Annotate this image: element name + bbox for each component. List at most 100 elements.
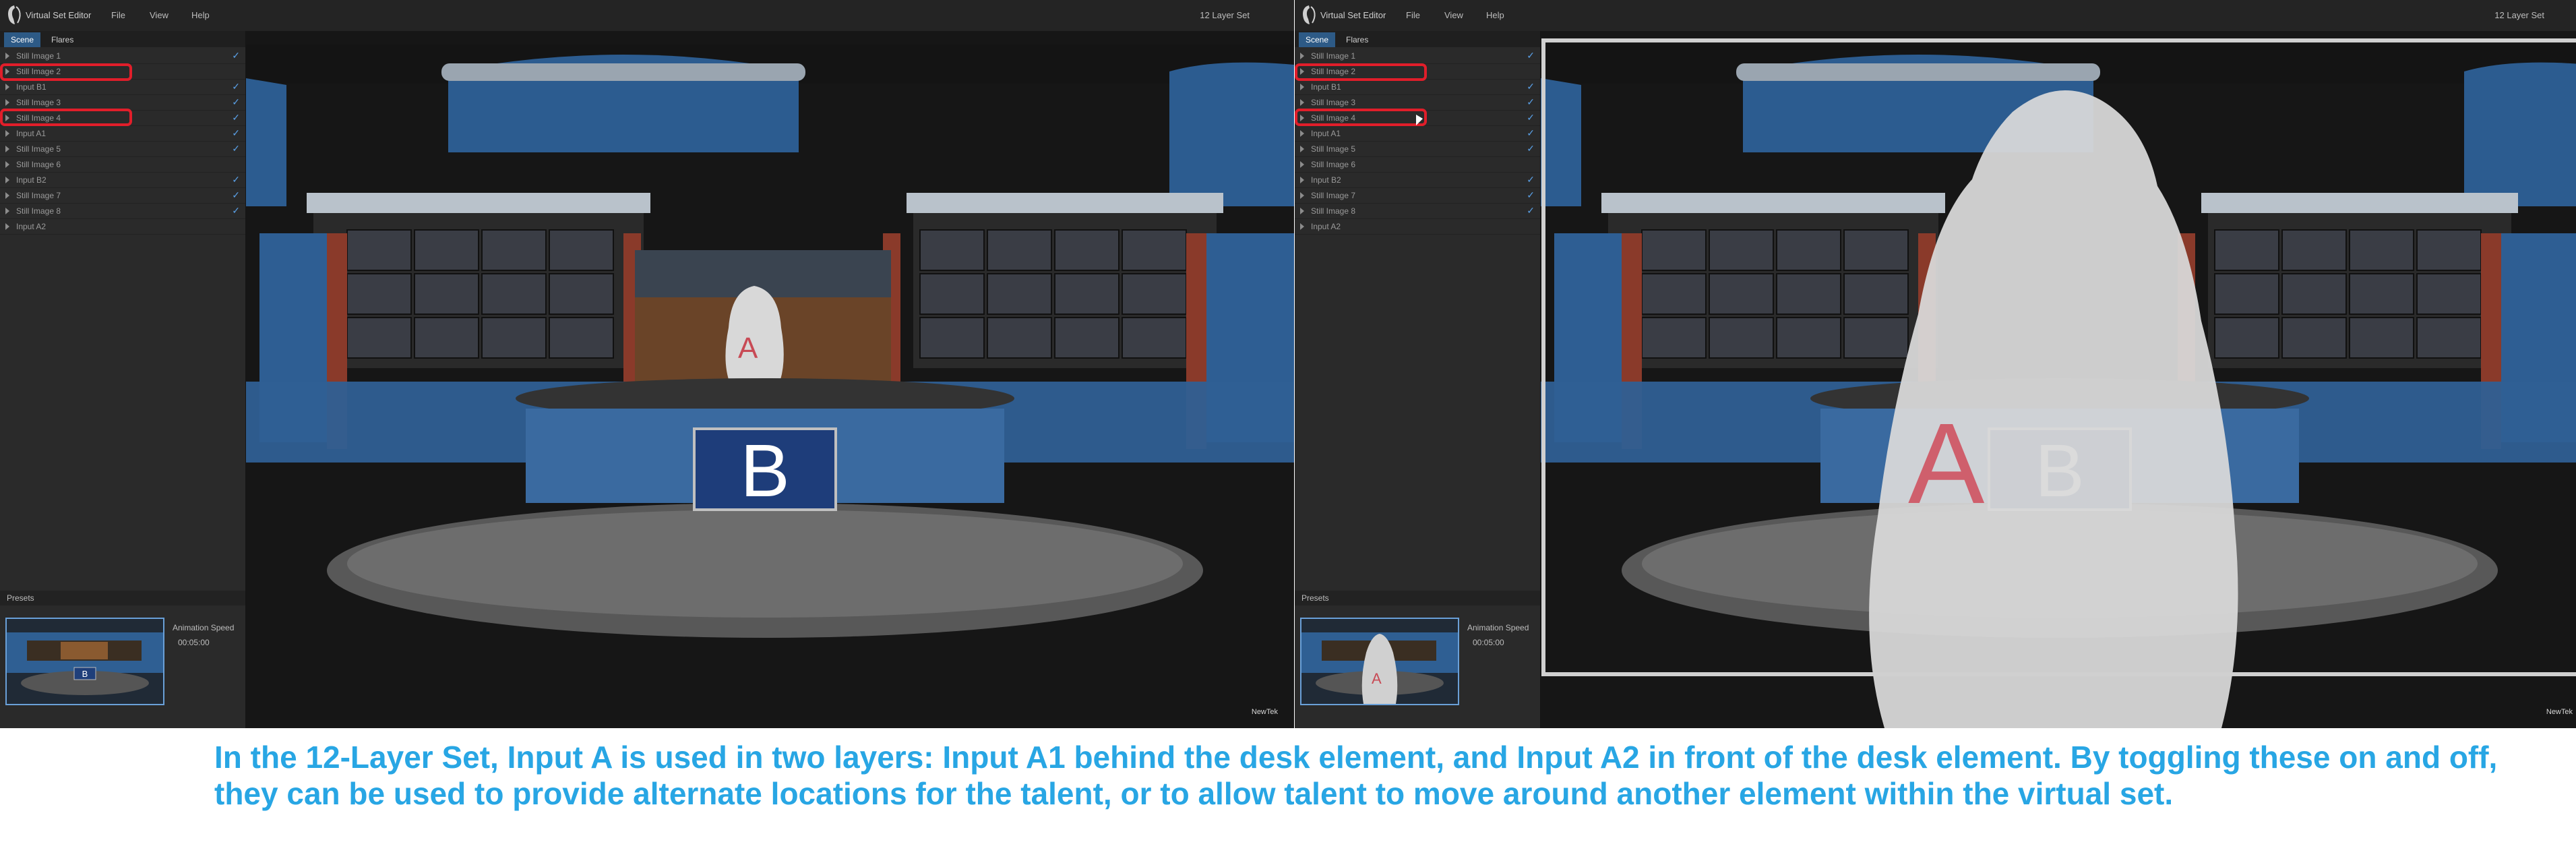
layer-row[interactable]: Input B2 ✓ — [0, 173, 245, 188]
layer-row[interactable]: Input B1 ✓ — [0, 80, 245, 95]
presets-label: Presets — [1301, 593, 1329, 603]
menu-help[interactable]: Help — [1486, 10, 1504, 20]
visibility-check-icon[interactable]: ✓ — [1527, 112, 1535, 123]
layer-row[interactable]: Still Image 8 ✓ — [0, 204, 245, 219]
visibility-check-icon[interactable]: ✓ — [1527, 81, 1535, 92]
layer-label: Still Image 5 — [1311, 144, 1356, 154]
layer-row[interactable]: Still Image 5 ✓ — [0, 142, 245, 157]
expand-arrow-icon[interactable] — [1300, 223, 1304, 230]
panel-tabs: Scene Flares — [1295, 31, 1540, 47]
layer-row[interactable]: Still Image 7 ✓ — [0, 188, 245, 204]
menu-view[interactable]: View — [1444, 10, 1463, 20]
layers-panel: Scene Flares Still Image 1 ✓ Still Image 2… — [0, 31, 246, 728]
expand-arrow-icon[interactable] — [5, 53, 9, 59]
layer-row[interactable]: Still Image 5 ✓ — [1295, 142, 1540, 157]
visibility-check-icon[interactable]: ✓ — [232, 81, 240, 92]
visibility-check-icon[interactable]: ✓ — [232, 112, 240, 123]
preset-talent-letter: A — [1372, 670, 1382, 687]
presets-header: Presets — [1295, 591, 1540, 605]
layer-row[interactable]: Input A2 — [0, 219, 245, 235]
expand-arrow-icon[interactable] — [1300, 208, 1304, 214]
menu-help[interactable]: Help — [191, 10, 210, 20]
visibility-check-icon[interactable]: ✓ — [232, 143, 240, 154]
menu-view[interactable]: View — [150, 10, 168, 20]
layer-label: Still Image 8 — [16, 206, 61, 216]
visibility-check-icon[interactable]: ✓ — [232, 50, 240, 61]
layer-label: Still Image 1 — [16, 51, 61, 61]
layer-row[interactable]: Still Image 7 ✓ — [1295, 188, 1540, 204]
expand-arrow-icon[interactable] — [1300, 84, 1304, 90]
visibility-check-icon[interactable]: ✓ — [1527, 189, 1535, 201]
visibility-check-icon[interactable]: ✓ — [232, 205, 240, 216]
layers-panel: Scene Flares Still Image 1 ✓ Still Image 2… — [1295, 31, 1541, 728]
visibility-check-icon[interactable]: ✓ — [1527, 96, 1535, 108]
layer-row[interactable]: Input A1 ✓ — [1295, 126, 1540, 142]
layer-row[interactable]: Input A1 ✓ — [0, 126, 245, 142]
visibility-check-icon[interactable]: ✓ — [232, 189, 240, 201]
animation-speed-value[interactable]: 00:05:00 — [1473, 638, 1504, 647]
expand-arrow-icon[interactable] — [1300, 130, 1304, 137]
expand-arrow-icon[interactable] — [5, 223, 9, 230]
expand-arrow-icon[interactable] — [5, 84, 9, 90]
layer-row[interactable]: Input B2 ✓ — [1295, 173, 1540, 188]
layer-row[interactable]: Still Image 6 — [0, 157, 245, 173]
visibility-check-icon[interactable]: ✓ — [1527, 205, 1535, 216]
layer-label: Input A1 — [16, 129, 47, 138]
visibility-check-icon[interactable]: ✓ — [1527, 174, 1535, 185]
layer-row[interactable]: Still Image 6 — [1295, 157, 1540, 173]
preview-viewport[interactable]: B A NewTek — [1541, 31, 2576, 728]
preset-thumbnail[interactable]: B — [5, 618, 164, 705]
highlight-input-a1 — [1295, 63, 1427, 81]
visibility-check-icon[interactable]: ✓ — [1527, 127, 1535, 139]
layer-label: Still Image 8 — [1311, 206, 1356, 216]
visibility-check-icon[interactable]: ✓ — [232, 96, 240, 108]
presets-label: Presets — [7, 593, 34, 603]
expand-arrow-icon[interactable] — [1300, 99, 1304, 106]
layer-row[interactable]: Still Image 1 ✓ — [1295, 49, 1540, 64]
expand-arrow-icon[interactable] — [1300, 177, 1304, 183]
talent-letter-small: A — [738, 332, 758, 365]
preset-thumbnail[interactable]: A — [1300, 618, 1459, 705]
newtek-watermark: NewTek — [2546, 708, 2573, 716]
expand-arrow-icon[interactable] — [1300, 53, 1304, 59]
animation-speed-value[interactable]: 00:05:00 — [178, 638, 210, 647]
expand-arrow-icon[interactable] — [5, 177, 9, 183]
visibility-check-icon[interactable]: ✓ — [232, 127, 240, 139]
layer-label: Still Image 5 — [16, 144, 61, 154]
layer-label: Still Image 7 — [16, 191, 61, 200]
visibility-check-icon[interactable]: ✓ — [1527, 143, 1535, 154]
menu-file[interactable]: File — [111, 10, 125, 20]
app-title: Virtual Set Editor — [1320, 10, 1386, 20]
layer-label: Still Image 6 — [16, 160, 61, 169]
layer-row[interactable]: Still Image 1 ✓ — [0, 49, 245, 64]
expand-arrow-icon[interactable] — [5, 130, 9, 137]
tab-scene[interactable]: Scene — [1299, 32, 1336, 47]
preview-viewport[interactable]: A B NewTek — [246, 31, 1294, 728]
newtek-logo-icon — [1303, 5, 1316, 24]
visibility-check-icon[interactable]: ✓ — [232, 174, 240, 185]
layer-row[interactable]: Still Image 8 ✓ — [1295, 204, 1540, 219]
expand-arrow-icon[interactable] — [5, 99, 9, 106]
mouse-cursor-icon — [1416, 115, 1423, 125]
layer-row[interactable]: Input B1 ✓ — [1295, 80, 1540, 95]
expand-arrow-icon[interactable] — [5, 192, 9, 199]
expand-arrow-icon[interactable] — [5, 208, 9, 214]
menu-file[interactable]: File — [1406, 10, 1420, 20]
tab-flares[interactable]: Flares — [1339, 32, 1375, 47]
layer-row[interactable]: Input A2 — [1295, 219, 1540, 235]
desk-letter: B — [740, 429, 789, 512]
layer-label: Still Image 6 — [1311, 160, 1356, 169]
expand-arrow-icon[interactable] — [5, 161, 9, 168]
set-name: 12 Layer Set — [1200, 10, 1250, 20]
expand-arrow-icon[interactable] — [1300, 192, 1304, 199]
tab-flares[interactable]: Flares — [44, 32, 80, 47]
highlight-input-a1 — [0, 63, 132, 81]
animation-speed-label: Animation Speed — [173, 623, 235, 632]
expand-arrow-icon[interactable] — [5, 146, 9, 152]
expand-arrow-icon[interactable] — [1300, 161, 1304, 168]
tab-scene[interactable]: Scene — [4, 32, 41, 47]
layer-label: Input B2 — [16, 175, 47, 185]
presets-header: Presets — [0, 591, 245, 605]
visibility-check-icon[interactable]: ✓ — [1527, 50, 1535, 61]
expand-arrow-icon[interactable] — [1300, 146, 1304, 152]
